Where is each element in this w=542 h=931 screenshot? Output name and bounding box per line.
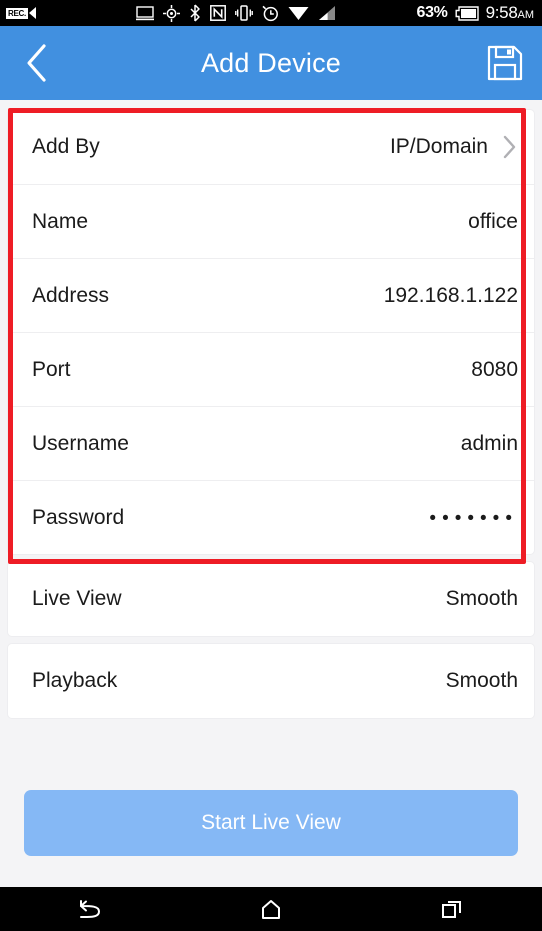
battery-percent-label: 63% bbox=[416, 4, 448, 21]
row-address[interactable]: Address 192.168.1.122 bbox=[8, 258, 534, 332]
app-bar: Add Device bbox=[0, 26, 542, 100]
nav-home-button[interactable] bbox=[181, 887, 362, 931]
recents-icon bbox=[441, 901, 461, 918]
playback-card: Playback Smooth bbox=[8, 644, 534, 718]
nav-recents-button[interactable] bbox=[361, 887, 542, 931]
row-add-by[interactable]: Add By IP/Domain bbox=[8, 110, 534, 184]
row-name-label: Name bbox=[32, 209, 89, 233]
vibrate-icon bbox=[235, 5, 253, 21]
nfc-icon bbox=[209, 5, 226, 21]
rec-icon: REC. bbox=[6, 7, 36, 19]
row-add-by-label: Add By bbox=[32, 135, 100, 158]
row-playback[interactable]: Playback Smooth bbox=[8, 644, 534, 718]
phone-screen: REC. 63% 9:58 AM Add Device Add By IP/Do… bbox=[0, 0, 542, 931]
page-title: Add Device bbox=[200, 47, 342, 78]
row-live-view-value: Smooth bbox=[445, 587, 518, 610]
row-playback-label: Playback bbox=[32, 669, 118, 692]
gps-icon bbox=[162, 4, 180, 22]
chevron-left-icon bbox=[27, 44, 46, 82]
row-add-by-value: IP/Domain bbox=[389, 135, 488, 158]
row-username-label: Username bbox=[32, 431, 129, 455]
rec-label: REC. bbox=[6, 7, 28, 19]
row-playback-value: Smooth bbox=[445, 669, 518, 692]
alarm-icon bbox=[262, 5, 278, 21]
status-bar: REC. 63% 9:58 AM bbox=[0, 0, 542, 26]
row-port[interactable]: Port 8080 bbox=[8, 332, 534, 406]
status-bar-center-icons bbox=[135, 4, 336, 22]
battery-icon bbox=[455, 5, 479, 21]
back-button[interactable] bbox=[0, 26, 74, 100]
bluetooth-icon bbox=[190, 4, 200, 22]
clock-period: AM bbox=[517, 9, 535, 21]
row-address-value[interactable]: 192.168.1.122 bbox=[384, 284, 518, 308]
row-password[interactable]: Password ••••••• bbox=[8, 480, 534, 554]
chevron-right-icon bbox=[502, 133, 518, 161]
clock: 9:58 AM bbox=[486, 3, 534, 23]
cellular-signal-icon bbox=[318, 6, 335, 20]
screencast-icon bbox=[135, 5, 154, 20]
nav-back-button[interactable] bbox=[0, 887, 181, 931]
row-name-value[interactable]: office bbox=[468, 210, 518, 234]
row-address-label: Address bbox=[32, 283, 110, 307]
row-password-label: Password bbox=[32, 505, 125, 529]
home-icon bbox=[262, 900, 280, 919]
device-credentials-card: Add By IP/Domain Name office Address 192… bbox=[8, 110, 534, 554]
row-port-label: Port bbox=[32, 357, 71, 381]
row-username-value[interactable]: admin bbox=[461, 432, 518, 456]
row-name[interactable]: Name office bbox=[8, 184, 534, 258]
row-password-value[interactable]: ••••••• bbox=[429, 506, 518, 530]
status-bar-left-icons: REC. bbox=[0, 7, 36, 19]
status-bar-right: 63% 9:58 AM bbox=[416, 3, 542, 23]
android-navigation-bar bbox=[0, 887, 542, 931]
rec-triangle bbox=[28, 7, 36, 19]
save-button[interactable] bbox=[468, 26, 542, 100]
row-username[interactable]: Username admin bbox=[8, 406, 534, 480]
start-live-view-button[interactable]: Start Live View bbox=[24, 790, 518, 856]
content-area: Add By IP/Domain Name office Address 192… bbox=[0, 100, 542, 887]
row-live-view[interactable]: Live View Smooth bbox=[8, 562, 534, 636]
wifi-icon bbox=[288, 7, 309, 20]
row-port-value[interactable]: 8080 bbox=[471, 358, 518, 382]
row-live-view-label: Live View bbox=[32, 587, 122, 610]
floppy-disk-save-icon bbox=[487, 45, 523, 81]
back-arrow-icon bbox=[80, 900, 101, 918]
live-view-card: Live View Smooth bbox=[8, 562, 534, 636]
clock-time: 9:58 bbox=[485, 3, 518, 22]
